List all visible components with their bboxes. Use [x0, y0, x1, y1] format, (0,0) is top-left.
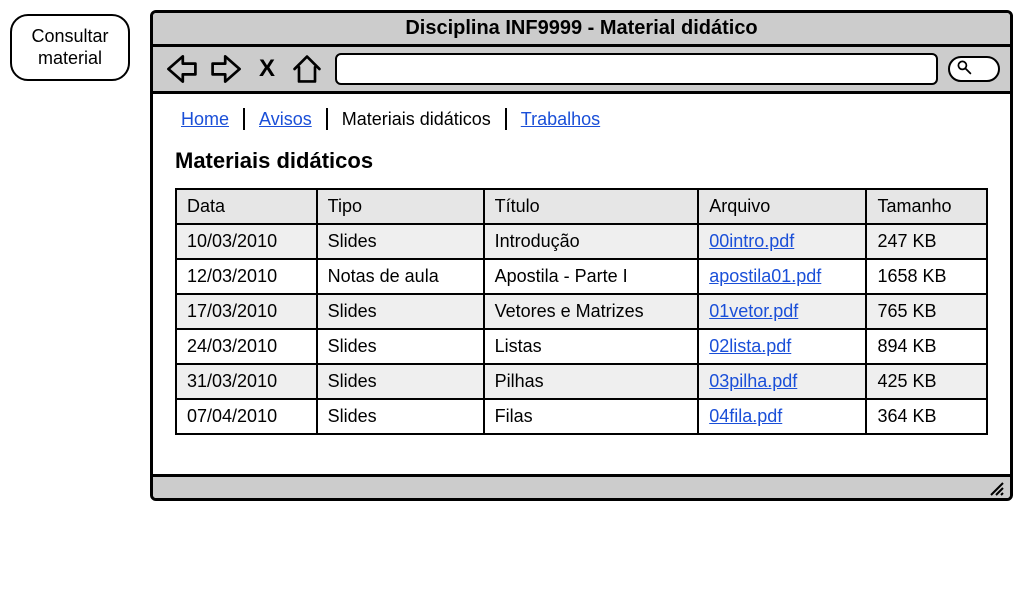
back-button[interactable]	[163, 53, 199, 85]
file-link[interactable]: 01vetor.pdf	[709, 301, 798, 321]
window-title: Disciplina INF9999 - Material didático	[153, 13, 1010, 47]
cell-titulo: Introdução	[484, 224, 699, 259]
side-annotation: Consultar material	[10, 14, 130, 81]
side-annotation-line2: material	[38, 48, 102, 68]
home-button[interactable]	[289, 53, 325, 85]
browser-window: Disciplina INF9999 - Material didático X	[150, 10, 1013, 501]
cell-tamanho: 1658 KB	[866, 259, 987, 294]
forward-button[interactable]	[209, 53, 245, 85]
resize-grip-icon[interactable]	[988, 480, 1004, 496]
cell-titulo: Listas	[484, 329, 699, 364]
table-header-row: Data Tipo Título Arquivo Tamanho	[176, 189, 987, 224]
cell-tamanho: 894 KB	[866, 329, 987, 364]
file-link[interactable]: 04fila.pdf	[709, 406, 782, 426]
stop-button[interactable]: X	[255, 55, 279, 83]
cell-arquivo: 00intro.pdf	[698, 224, 866, 259]
col-header-titulo: Título	[484, 189, 699, 224]
cell-tamanho: 765 KB	[866, 294, 987, 329]
table-row: 12/03/2010Notas de aulaApostila - Parte …	[176, 259, 987, 294]
cell-tipo: Slides	[317, 399, 484, 434]
col-header-tamanho: Tamanho	[866, 189, 987, 224]
cell-titulo: Filas	[484, 399, 699, 434]
cell-arquivo: 03pilha.pdf	[698, 364, 866, 399]
cell-titulo: Apostila - Parte I	[484, 259, 699, 294]
cell-tipo: Slides	[317, 294, 484, 329]
nav-link-avisos[interactable]: Avisos	[253, 109, 318, 130]
cell-data: 17/03/2010	[176, 294, 317, 329]
table-row: 10/03/2010SlidesIntrodução 00intro.pdf 247…	[176, 224, 987, 259]
table-row: 07/04/2010SlidesFilas 04fila.pdf 364 KB	[176, 399, 987, 434]
nav-link-home[interactable]: Home	[175, 109, 235, 130]
nav-link-trabalhos[interactable]: Trabalhos	[515, 109, 606, 130]
cell-data: 12/03/2010	[176, 259, 317, 294]
cell-arquivo: 02lista.pdf	[698, 329, 866, 364]
nav-link-materiais: Materiais didáticos	[336, 109, 497, 130]
close-icon: X	[259, 55, 275, 82]
nav-separator	[243, 108, 245, 130]
table-row: 17/03/2010SlidesVetores e Matrizes 01veto…	[176, 294, 987, 329]
cell-data: 10/03/2010	[176, 224, 317, 259]
cell-data: 07/04/2010	[176, 399, 317, 434]
col-header-tipo: Tipo	[317, 189, 484, 224]
page-content: Home Avisos Materiais didáticos Trabalho…	[153, 94, 1010, 474]
file-link[interactable]: 03pilha.pdf	[709, 371, 797, 391]
nav-separator	[326, 108, 328, 130]
cell-arquivo: apostila01.pdf	[698, 259, 866, 294]
cell-tipo: Slides	[317, 364, 484, 399]
status-bar	[153, 474, 1010, 498]
browser-toolbar: X	[153, 47, 1010, 94]
cell-arquivo: 01vetor.pdf	[698, 294, 866, 329]
cell-tamanho: 425 KB	[866, 364, 987, 399]
search-button[interactable]	[948, 56, 1000, 82]
cell-arquivo: 04fila.pdf	[698, 399, 866, 434]
materials-table: Data Tipo Título Arquivo Tamanho 10/03/2…	[175, 188, 988, 435]
cell-data: 24/03/2010	[176, 329, 317, 364]
cell-titulo: Pilhas	[484, 364, 699, 399]
cell-tipo: Notas de aula	[317, 259, 484, 294]
cell-tipo: Slides	[317, 224, 484, 259]
page-heading: Materiais didáticos	[175, 148, 988, 174]
site-nav: Home Avisos Materiais didáticos Trabalho…	[175, 108, 988, 130]
cell-tipo: Slides	[317, 329, 484, 364]
search-icon	[956, 59, 972, 80]
side-annotation-line1: Consultar	[31, 26, 108, 46]
table-row: 24/03/2010SlidesListas 02lista.pdf 894 KB	[176, 329, 987, 364]
cell-tamanho: 364 KB	[866, 399, 987, 434]
cell-tamanho: 247 KB	[866, 224, 987, 259]
cell-data: 31/03/2010	[176, 364, 317, 399]
file-link[interactable]: apostila01.pdf	[709, 266, 821, 286]
table-row: 31/03/2010SlidesPilhas 03pilha.pdf 425 KB	[176, 364, 987, 399]
cell-titulo: Vetores e Matrizes	[484, 294, 699, 329]
col-header-data: Data	[176, 189, 317, 224]
nav-separator	[505, 108, 507, 130]
file-link[interactable]: 02lista.pdf	[709, 336, 791, 356]
address-bar[interactable]	[335, 53, 938, 85]
col-header-arquivo: Arquivo	[698, 189, 866, 224]
file-link[interactable]: 00intro.pdf	[709, 231, 794, 251]
